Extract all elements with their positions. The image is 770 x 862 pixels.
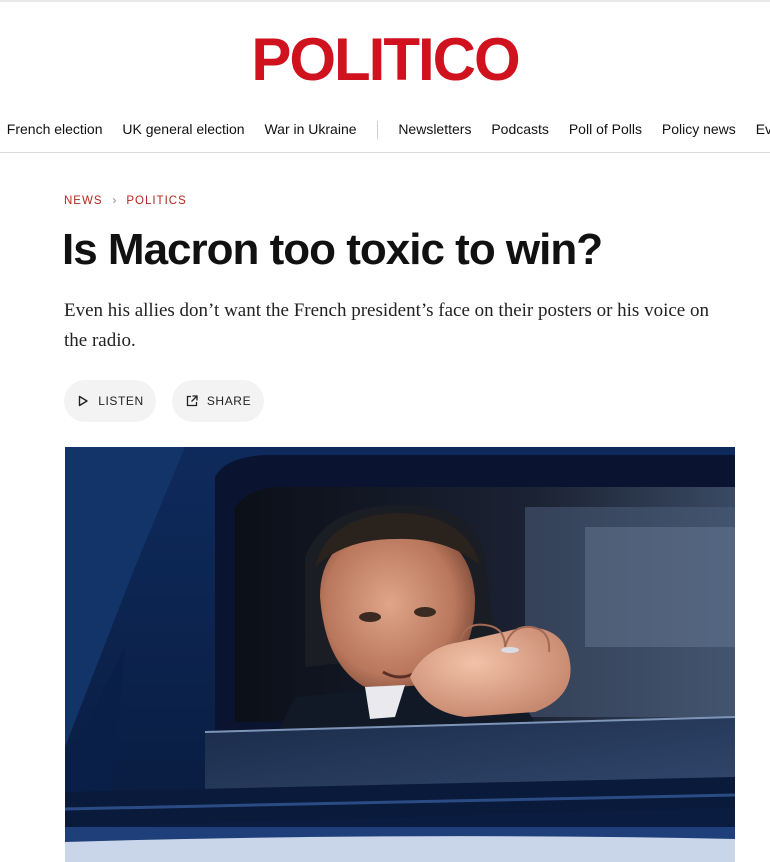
nav-bottom-border <box>0 152 770 153</box>
nav-divider <box>377 121 379 140</box>
listen-button-label: LISTEN <box>98 394 144 408</box>
chevron-right-icon: › <box>112 195 117 207</box>
nav-item-newsletters[interactable]: Newsletters <box>398 112 471 146</box>
top-navigation: ts French election UK general election W… <box>0 112 770 146</box>
nav-item-uk-general-election[interactable]: UK general election <box>122 112 244 146</box>
nav-item-poll-of-polls[interactable]: Poll of Polls <box>569 112 642 146</box>
share-button[interactable]: SHARE <box>172 380 264 422</box>
breadcrumb-news[interactable]: NEWS <box>64 195 103 207</box>
listen-button[interactable]: LISTEN <box>64 380 156 422</box>
top-border <box>0 0 770 2</box>
share-icon <box>186 395 198 407</box>
photo-illustration <box>65 447 735 862</box>
article-dek: Even his allies don’t want the French pr… <box>64 300 709 351</box>
share-button-label: SHARE <box>206 394 252 408</box>
nav-item-french-election[interactable]: French election <box>7 112 103 146</box>
nav-item-policy-news[interactable]: Policy news <box>662 112 736 146</box>
nav-item-truncated-right[interactable]: Eve <box>756 112 770 146</box>
breadcrumb: NEWS › POLITICS <box>64 195 187 207</box>
article-lead-photo <box>65 447 735 862</box>
breadcrumb-politics[interactable]: POLITICS <box>126 195 186 207</box>
page-title: Is Macron too toxic to win? <box>62 225 603 274</box>
play-icon <box>78 395 88 407</box>
politico-logo[interactable]: POLITICO <box>0 28 770 92</box>
nav-item-war-in-ukraine[interactable]: War in Ukraine <box>264 112 356 146</box>
nav-item-podcasts[interactable]: Podcasts <box>491 112 549 146</box>
